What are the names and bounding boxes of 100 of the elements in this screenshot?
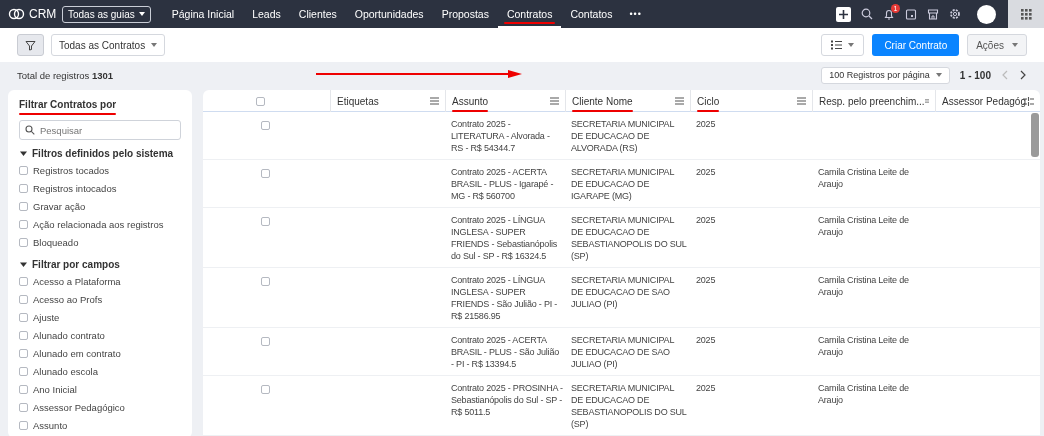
caret-icon (151, 43, 158, 47)
page-range: 1 - 100 (959, 69, 991, 81)
highlight-underline (697, 109, 720, 112)
select-all-checkbox[interactable] (256, 96, 265, 106)
table-cell: SECRETARIA MUNICIPAL DE EDUCACAO DE SAO JULIAO (PI) (571, 335, 674, 369)
modules-dropdown[interactable]: Todas as guias (62, 5, 151, 23)
record-count: Total de registros 1301 (17, 69, 114, 81)
filter-option[interactable]: Registros intocados (33, 182, 117, 194)
column-header[interactable]: Assunto (452, 95, 489, 107)
add-button[interactable] (836, 6, 851, 22)
search-icon[interactable] (861, 8, 873, 20)
list-icon (831, 40, 843, 50)
table-cell: 2025 (696, 119, 716, 129)
filter-option[interactable]: Assessor Pedagógico (33, 401, 125, 413)
apps-button[interactable] (1008, 0, 1044, 28)
row-checkbox[interactable] (261, 337, 270, 346)
row-checkbox[interactable] (261, 121, 270, 130)
row-checkbox[interactable] (261, 217, 270, 226)
table-cell: Contrato 2025 - LÍNGUA INGLESA - SUPER FRIENDS - Sebastianópolis do Sul - SP - R$ 16324.5 (451, 215, 558, 261)
filter-option[interactable]: Gravar ação (33, 200, 86, 212)
checkbox[interactable] (19, 237, 28, 247)
view-dropdown[interactable]: Todas as Contratos (51, 34, 166, 56)
checkbox[interactable] (19, 330, 28, 340)
caret-icon (1012, 43, 1018, 47)
checkbox[interactable] (19, 312, 28, 322)
nav-tab[interactable]: Leads (243, 0, 290, 28)
column-header[interactable]: Cliente Nome (572, 95, 633, 107)
table-cell: 2025 (696, 215, 716, 225)
checkbox[interactable] (19, 384, 28, 394)
filter-option[interactable]: Ano Inicial (33, 383, 77, 395)
nav-tab[interactable]: Clientes (289, 0, 346, 28)
caret-icon (848, 43, 855, 47)
filter-option[interactable]: Assunto (33, 419, 68, 431)
checkbox[interactable] (19, 183, 28, 193)
checkbox[interactable] (19, 201, 28, 211)
menu-icon[interactable] (430, 97, 439, 105)
filter-option[interactable]: Ação relacionada aos registros (33, 218, 164, 230)
table-cell: 2025 (696, 275, 716, 285)
filter-group-title: Filtrar por campos (32, 259, 120, 270)
row-checkbox[interactable] (261, 385, 270, 394)
highlight-underline (452, 109, 489, 112)
actions-dropdown[interactable]: Ações (967, 34, 1027, 56)
scrollbar-thumb[interactable] (1031, 113, 1039, 157)
table-cell: SECRETARIA MUNICIPAL DE EDUCACAO DE IGARAPE (MG) (571, 167, 674, 201)
row-checkbox[interactable] (261, 277, 270, 286)
search-field[interactable]: Pesquisar (19, 120, 181, 140)
filter-toggle-button[interactable] (17, 34, 44, 56)
filter-option[interactable]: Registros tocados (33, 164, 110, 176)
expanded-triangle-icon[interactable] (20, 261, 27, 268)
checkbox[interactable] (19, 165, 28, 175)
layout-dropdown[interactable] (821, 34, 865, 56)
checkbox[interactable] (19, 366, 28, 376)
row-checkbox[interactable] (261, 169, 270, 178)
store-icon[interactable] (927, 8, 939, 20)
app-name: CRM (29, 7, 57, 21)
table-cell: Contrato 2025 - ACERTA BRASIL - PLUS - São Julião - PI - R$ 13394.5 (451, 335, 560, 369)
filter-option[interactable]: Bloqueado (33, 236, 79, 248)
records-per-page-dropdown[interactable]: 100 Registros por página (821, 66, 950, 84)
filter-option[interactable]: Alunado contrato (33, 329, 105, 341)
table-cell: 2025 (696, 335, 716, 345)
nav-tab[interactable]: Página Inicial (162, 0, 244, 28)
menu-icon[interactable] (924, 97, 929, 105)
checkbox[interactable] (19, 348, 28, 358)
column-header[interactable]: Assessor Pedagóg (942, 95, 1026, 107)
expanded-triangle-icon[interactable] (20, 150, 27, 157)
filter-icon (25, 39, 36, 51)
column-header[interactable]: Etiquetas (337, 95, 379, 107)
filter-panel-title: Filtrar Contratos por (19, 99, 117, 113)
nav-tab[interactable]: Oportunidades (345, 0, 433, 28)
filter-group-title: Filtros definidos pelo sistema (32, 148, 174, 159)
column-header[interactable]: Ciclo (697, 95, 720, 107)
previous-page-icon[interactable] (1001, 70, 1009, 80)
filter-option[interactable]: Alunado em contrato (33, 347, 121, 359)
menu-icon[interactable] (550, 97, 559, 105)
nav-tab[interactable]: Contatos (561, 0, 622, 28)
filter-option[interactable]: Acesso ao Profs (33, 293, 103, 305)
filter-option[interactable]: Ajuste (33, 311, 60, 323)
filter-option[interactable]: Acesso a Plataforma (33, 275, 121, 287)
checkbox[interactable] (19, 402, 28, 412)
checkbox[interactable] (19, 276, 28, 286)
filter-option[interactable]: Alunado escola (33, 365, 98, 377)
nav-tab[interactable]: Propostas (432, 0, 498, 28)
calendar-icon[interactable] (905, 8, 917, 20)
caret-icon (138, 12, 145, 16)
highlight-underline (503, 22, 556, 24)
settings-icon[interactable] (949, 8, 961, 20)
table-cell: Camila Cristina Leite de Araujo (818, 275, 909, 297)
checkbox[interactable] (19, 219, 28, 229)
table-cell: Camila Cristina Leite de Araujo (818, 383, 909, 405)
create-button[interactable]: Criar Contrato (872, 34, 960, 56)
nav-tab[interactable]: Contratos (497, 0, 562, 28)
checkbox[interactable] (19, 294, 28, 304)
menu-icon[interactable] (797, 97, 806, 105)
next-page-icon[interactable] (1019, 70, 1027, 80)
more-tabs-button[interactable]: ••• (621, 9, 650, 19)
checkbox[interactable] (19, 420, 28, 430)
user-avatar[interactable] (977, 4, 996, 24)
column-header[interactable]: Resp. pelo preenchim... (819, 95, 925, 107)
bell-icon[interactable] (883, 8, 895, 20)
menu-icon[interactable] (675, 97, 684, 105)
